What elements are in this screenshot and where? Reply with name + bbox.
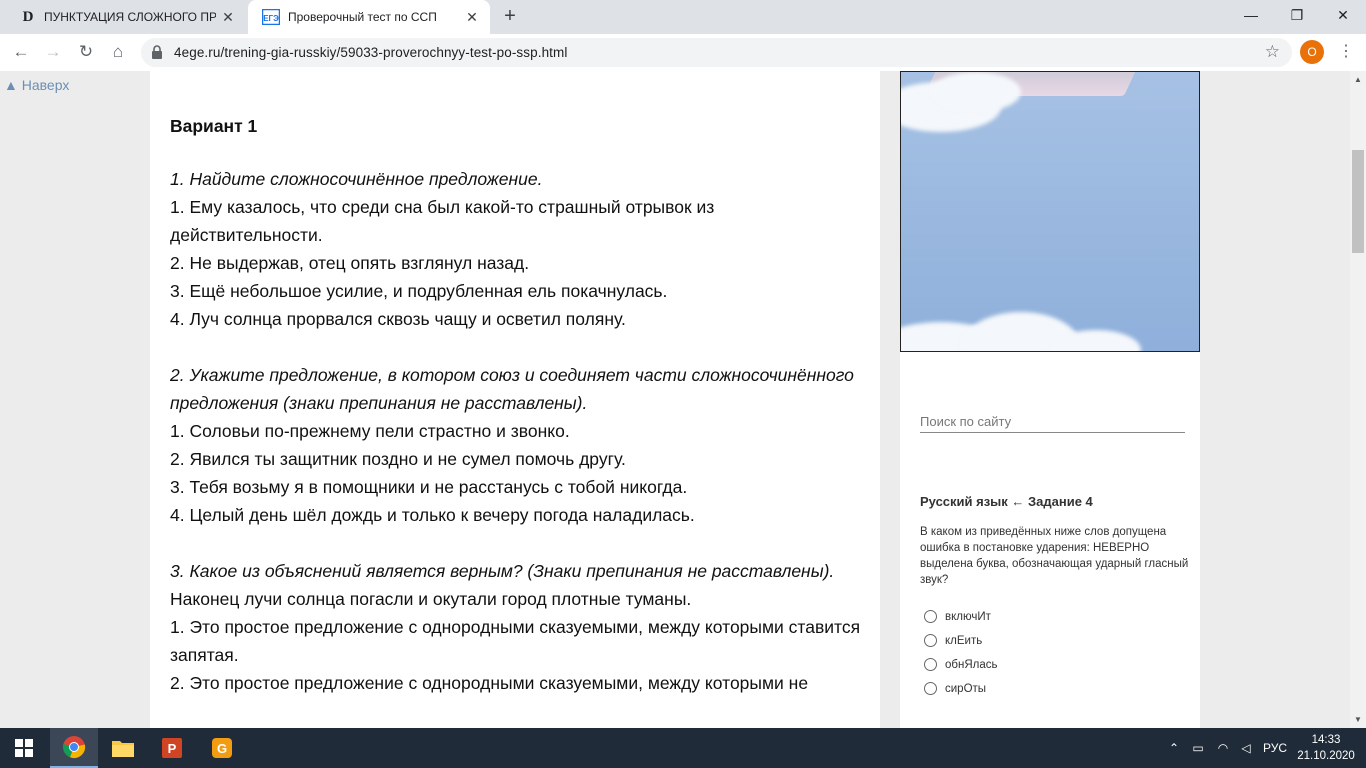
tab-title: ПУНКТУАЦИЯ СЛОЖНОГО ПРЕДЛОЖЕНИЯ: [44, 10, 216, 24]
quiz-widget-title[interactable]: Русский язык ← Задание 4: [920, 494, 1093, 509]
close-tab-icon[interactable]: ✕: [460, 9, 484, 26]
quiz-question-text: В каком из приведённых ниже слов допущен…: [920, 526, 1189, 586]
answer-line: 2. Явился ты защитник поздно и не сумел …: [170, 449, 626, 469]
svg-text:P: P: [168, 741, 177, 756]
favicon-text: ЕГЭ: [263, 14, 279, 23]
svg-text:G: G: [217, 741, 227, 756]
question-3: 3. Какое из объяснений является верным? …: [170, 557, 870, 697]
wifi-icon[interactable]: ◠: [1212, 728, 1234, 768]
site-favicon-icon: D: [22, 8, 34, 25]
radio-button[interactable]: [924, 658, 937, 671]
answer-line: 2. Не выдержав, отец опять взглянул наза…: [170, 253, 530, 273]
profile-avatar[interactable]: O: [1300, 40, 1324, 64]
windows-taskbar: P G ⌃ ▭ ◠ ◁ РУС 14:33 21.10.2020: [0, 728, 1366, 768]
clock-time: 14:33: [1311, 734, 1341, 746]
new-tab-button[interactable]: +: [498, 5, 522, 29]
tab-strip: D ПУНКТУАЦИЯ СЛОЖНОГО ПРЕДЛОЖЕНИЯ ✕ ЕГЭ …: [0, 0, 1366, 34]
tab-ssp-test[interactable]: ЕГЭ Проверочный тест по ССП ✕: [248, 0, 490, 34]
browser-toolbar: ← → ↻ ⌂ 4ege.ru/trening-gia-russkiy/5903…: [0, 34, 1366, 72]
question-2: 2. Укажите предложение, в котором союз и…: [170, 361, 870, 529]
address-bar[interactable]: 4ege.ru/trening-gia-russkiy/59033-prover…: [141, 38, 1292, 67]
question-prompt: 3. Какое из объяснений является верным? …: [170, 561, 835, 581]
option-label: включИт: [945, 610, 991, 623]
powerpoint-icon[interactable]: P: [148, 728, 196, 768]
quiz-option[interactable]: сирОты: [924, 682, 986, 695]
scroll-up-icon[interactable]: ▲: [1354, 75, 1362, 84]
answer-line: 1. Соловьи по-прежнему пели страстно и з…: [170, 421, 570, 441]
radio-button[interactable]: [924, 682, 937, 695]
restore-button[interactable]: ❐: [1274, 0, 1320, 30]
file-explorer-icon[interactable]: [99, 728, 147, 768]
article-content: Вариант 1 1. Найдите сложносочинённое пр…: [150, 71, 880, 728]
option-label: клЕить: [945, 634, 983, 647]
radio-button[interactable]: [924, 634, 937, 647]
url-text: 4ege.ru/trening-gia-russkiy/59033-prover…: [174, 45, 568, 60]
answer-line: 3. Ещё небольшое усилие, и подрубленная …: [170, 281, 668, 301]
menu-kebab-icon[interactable]: ⋮: [1336, 40, 1356, 64]
battery-icon[interactable]: ▭: [1188, 728, 1208, 768]
start-windows-icon[interactable]: [0, 728, 48, 768]
answer-line: 3. Тебя возьму я в помощники и не расста…: [170, 477, 688, 497]
minimize-button[interactable]: —: [1228, 0, 1274, 30]
close-tab-icon[interactable]: ✕: [216, 9, 240, 26]
scroll-down-icon[interactable]: ▼: [1354, 715, 1362, 724]
close-window-button[interactable]: ✕: [1320, 0, 1366, 30]
question-1: 1. Найдите сложносочинённое предложение.…: [170, 165, 870, 333]
reload-icon[interactable]: ↻: [74, 40, 98, 64]
question-prompt: 1. Найдите сложносочинённое предложение.: [170, 169, 543, 189]
lock-icon: [152, 45, 162, 59]
option-label: сирОты: [945, 682, 987, 695]
quiz-option[interactable]: клЕить: [924, 634, 982, 647]
clock-date: 21.10.2020: [1297, 750, 1355, 762]
back-icon[interactable]: ←: [9, 40, 33, 64]
tab-punctuation[interactable]: D ПУНКТУАЦИЯ СЛОЖНОГО ПРЕДЛОЖЕНИЯ ✕: [6, 0, 246, 34]
bookmark-star-icon[interactable]: ☆: [1265, 42, 1280, 62]
radio-button[interactable]: [924, 610, 937, 623]
quiz-option[interactable]: обнЯлась: [924, 658, 998, 671]
answer-line: 2. Это простое предложение с однородными…: [170, 673, 809, 693]
sidebar: Поиск по сайту Русский язык ← Задание 4 …: [900, 71, 1200, 728]
tab-title: Проверочный тест по ССП: [288, 10, 437, 24]
answer-line: 1. Ему казалось, что среди сна был какой…: [170, 197, 715, 245]
language-indicator[interactable]: РУС: [1260, 728, 1290, 768]
advertisement-image[interactable]: [900, 71, 1200, 352]
quiz-option[interactable]: включИт: [924, 610, 991, 623]
volume-icon[interactable]: ◁: [1236, 728, 1256, 768]
home-icon[interactable]: ⌂: [106, 40, 130, 64]
chrome-icon[interactable]: [50, 728, 98, 768]
site-search-input[interactable]: Поиск по сайту: [920, 414, 1185, 433]
variant-title: Вариант 1: [170, 116, 258, 136]
question-prompt: 2. Укажите предложение, в котором союз и…: [170, 365, 854, 413]
system-clock[interactable]: 14:33 21.10.2020: [1296, 732, 1356, 764]
site-favicon-icon: ЕГЭ: [262, 9, 280, 25]
presentation-app-icon[interactable]: G: [198, 728, 246, 768]
page-viewport: ▲ Наверх Вариант 1 1. Найдите сложносочи…: [0, 71, 1350, 728]
tray-expand-icon[interactable]: ⌃: [1164, 728, 1184, 768]
answer-line: 1. Это простое предложение с однородными…: [170, 617, 861, 665]
option-label: обнЯлась: [945, 658, 998, 671]
page-scrollbar[interactable]: ▲ ▼: [1350, 71, 1366, 728]
answer-line: Наконец лучи солнца погасли и окутали го…: [170, 589, 692, 609]
answer-line: 4. Целый день шёл дождь и только к вечер…: [170, 505, 695, 525]
answer-line: 4. Луч солнца прорвался сквозь чащу и ос…: [170, 309, 626, 329]
back-to-top-link[interactable]: ▲ Наверх: [4, 77, 69, 93]
forward-icon[interactable]: →: [41, 40, 65, 64]
scrollbar-thumb[interactable]: [1352, 150, 1364, 253]
